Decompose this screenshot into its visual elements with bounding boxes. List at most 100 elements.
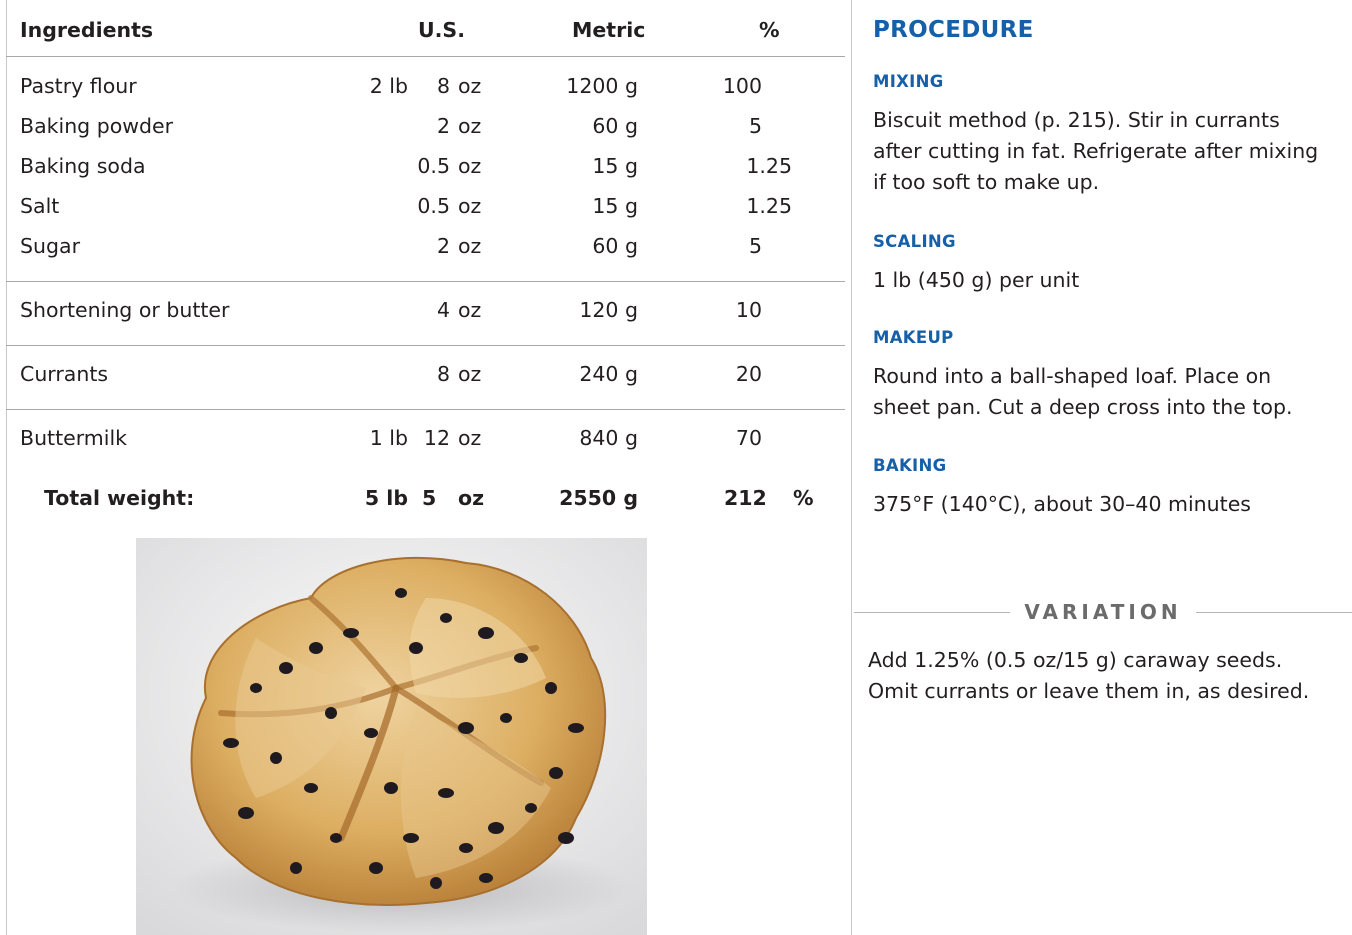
column-divider	[851, 0, 852, 935]
group-divider	[6, 281, 845, 282]
percent-value: 5	[748, 234, 762, 258]
us-oz-unit: oz	[458, 114, 482, 138]
header-ingredients: Ingredients	[20, 18, 154, 42]
currant	[290, 862, 302, 874]
soda-bread-illustration	[136, 538, 647, 935]
total-oz-unit: oz	[458, 486, 485, 510]
metric-value: 1200 g	[566, 74, 638, 98]
currant	[549, 767, 563, 779]
header-percent: %	[759, 18, 780, 42]
ingredient-name: Baking powder	[20, 114, 174, 138]
baking-heading: BAKING	[873, 456, 947, 475]
currant	[223, 738, 239, 748]
header-metric: Metric	[572, 18, 646, 42]
variation-rule-left	[854, 611, 1011, 613]
ingredient-name: Shortening or butter	[20, 298, 230, 322]
us-oz-unit: oz	[458, 154, 482, 178]
left-border	[6, 0, 7, 935]
currant	[250, 683, 262, 693]
currant	[525, 803, 537, 813]
metric-value: 840 g	[579, 426, 638, 450]
currant	[479, 873, 493, 883]
currant	[430, 877, 442, 889]
us-oz-unit: oz	[458, 362, 482, 386]
ingredient-name: Salt	[20, 194, 60, 218]
percent-value: 5	[748, 114, 762, 138]
currant	[304, 783, 318, 793]
currant	[384, 782, 398, 794]
header-us: U.S.	[418, 18, 465, 42]
currant	[325, 707, 337, 719]
us-oz-unit: oz	[458, 194, 482, 218]
total-lb: 5 lb	[364, 486, 408, 510]
currant	[440, 613, 452, 623]
us-oz-qty: 4	[436, 298, 450, 322]
currant	[459, 843, 473, 853]
variation-rule-right	[1195, 611, 1352, 613]
metric-value: 120 g	[579, 298, 638, 322]
total-metric: 2550 g	[559, 486, 638, 510]
currant	[330, 833, 342, 843]
currant	[458, 722, 474, 734]
us-oz-unit: oz	[458, 234, 482, 258]
us-oz-qty: 12	[423, 426, 450, 450]
makeup-text: Round into a ball-shaped loaf. Place on …	[873, 364, 1293, 419]
currant	[478, 627, 494, 639]
us-oz-qty: 0.5	[417, 154, 450, 178]
mixing-text: Biscuit method (p. 215). Stir in currant…	[873, 108, 1319, 194]
ingredient-name: Sugar	[20, 234, 81, 258]
ingredient-name: Buttermilk	[20, 426, 128, 450]
mixing-heading: MIXING	[873, 72, 944, 91]
us-oz-qty: 8	[436, 74, 450, 98]
us-oz-unit: oz	[458, 74, 482, 98]
percent-value: 70	[735, 426, 762, 450]
us-oz-unit: oz	[458, 298, 482, 322]
variation-text: Add 1.25% (0.5 oz/15 g) caraway seeds. O…	[868, 648, 1310, 703]
ingredient-name: Pastry flour	[20, 74, 137, 98]
baking-text: 375°F (140°C), about 30–40 minutes	[873, 492, 1251, 516]
percent-value: 20	[735, 362, 762, 386]
currant	[500, 713, 512, 723]
variation-heading: VARIATION	[854, 598, 1352, 626]
ingredient-name: Currants	[20, 362, 109, 386]
metric-value: 15 g	[592, 154, 638, 178]
procedure-title: PROCEDURE	[873, 17, 1034, 43]
currant	[488, 822, 504, 834]
currant	[270, 752, 282, 764]
group-divider	[6, 345, 845, 346]
currant	[545, 682, 557, 694]
total-label: Total weight:	[44, 486, 195, 510]
us-oz-qty: 2	[436, 114, 450, 138]
soda-bread-photo	[136, 538, 647, 935]
total-percent: 212	[724, 486, 767, 510]
currant	[514, 653, 528, 663]
group-divider	[6, 409, 845, 410]
us-oz-qty: 8	[436, 362, 450, 386]
variation-title: VARIATION	[1024, 600, 1182, 624]
percent-value: 1.25	[746, 194, 792, 218]
currant	[343, 628, 359, 638]
percent-value: 1.25	[746, 154, 792, 178]
currant	[403, 833, 419, 843]
currant	[364, 728, 378, 738]
us-oz-unit: oz	[458, 426, 482, 450]
scaling-text: 1 lb (450 g) per unit	[873, 268, 1080, 292]
currant	[438, 788, 454, 798]
us-oz-qty: 0.5	[417, 194, 450, 218]
header-divider	[6, 56, 845, 57]
us-oz-qty: 2	[436, 234, 450, 258]
currant	[395, 588, 407, 598]
currant	[369, 862, 383, 874]
metric-value: 60 g	[592, 234, 638, 258]
total-oz-qty: 5	[422, 486, 437, 510]
currant	[309, 642, 323, 654]
currant	[568, 723, 584, 733]
currant	[238, 807, 254, 819]
currant	[558, 832, 574, 844]
ingredient-name: Baking soda	[20, 154, 146, 178]
total-percent-sign: %	[793, 486, 814, 510]
percent-value: 100	[722, 74, 762, 98]
percent-value: 10	[735, 298, 762, 322]
scaling-heading: SCALING	[873, 232, 956, 251]
metric-value: 60 g	[592, 114, 638, 138]
